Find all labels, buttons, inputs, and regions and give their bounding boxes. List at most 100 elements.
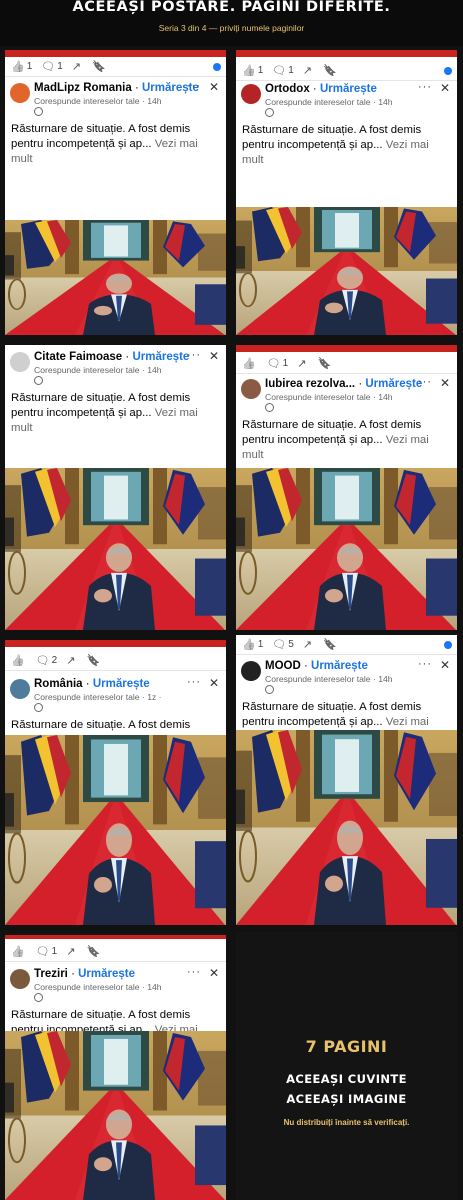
more-dots-icon[interactable]: ··· <box>187 349 201 361</box>
follow-button[interactable]: Urmărește <box>132 351 189 363</box>
follow-button[interactable]: Urmărește <box>320 83 377 95</box>
more-dots-icon[interactable]: ··· <box>418 376 432 388</box>
post-text-line-1: Răsturnare de situație. A fost demis <box>11 123 191 135</box>
more-dots-icon[interactable]: ··· <box>187 676 201 688</box>
save-action[interactable]: 🔖 <box>92 60 108 73</box>
post-text-line-2: pentru incompetență și ap... Vezi mai mu… <box>242 138 453 168</box>
red-accent-bar <box>5 935 226 939</box>
post-photo[interactable] <box>5 735 226 925</box>
page-name[interactable]: România · Urmărește <box>34 678 150 690</box>
page-name[interactable]: MadLipz Romania · Urmărește <box>34 82 199 94</box>
name-separator: · <box>67 968 79 980</box>
post-photo[interactable] <box>5 468 226 630</box>
like-action[interactable]: 👍 1 <box>242 638 263 651</box>
like-action[interactable]: 👍 <box>11 945 27 958</box>
post-card: 👍 🗨 1 ↗ 🔖 Treziri · Urmărește Corespunde inter… <box>5 935 226 1200</box>
post-photo-svg <box>5 220 226 335</box>
close-icon[interactable]: ✕ <box>209 676 219 690</box>
more-dots-icon[interactable]: ··· <box>418 81 432 93</box>
notification-dot <box>444 641 452 649</box>
comment-action[interactable]: 🗨 2 <box>36 654 58 667</box>
page-name[interactable]: Ortodox · Urmărește <box>265 83 377 95</box>
post-photo[interactable] <box>5 1031 226 1200</box>
post-text-line-2-body: pentru incompetență și ap... <box>11 138 152 150</box>
close-icon[interactable]: ✕ <box>440 658 450 672</box>
page-name[interactable]: Iubirea rezolva... · Urmărește <box>265 378 422 390</box>
page-avatar[interactable] <box>10 969 30 989</box>
page-avatar[interactable] <box>241 661 261 681</box>
close-icon[interactable]: ✕ <box>209 966 219 980</box>
reaction-bar: 👍 1 🗨 1 ↗ 🔖 <box>5 57 226 77</box>
name-separator: · <box>300 660 312 672</box>
save-icon: 🔖 <box>323 65 337 77</box>
close-icon[interactable]: ✕ <box>440 81 450 95</box>
post-text-line-1: Răsturnare de situație. A fost demis <box>242 124 422 136</box>
notification-dot <box>444 67 452 75</box>
comment-action[interactable]: 🗨 1 <box>267 357 289 370</box>
save-action[interactable]: 🔖 <box>323 64 339 77</box>
page-name[interactable]: MOOD · Urmărește <box>265 660 368 672</box>
comment-action[interactable]: 🗨 1 <box>36 945 58 958</box>
reaction-bar: 👍 1 🗨 5 ↗ 🔖 <box>236 635 457 655</box>
page-avatar[interactable] <box>10 83 30 103</box>
share-action[interactable]: ↗ <box>66 945 77 958</box>
page-name-text[interactable]: Citate Faimoase <box>34 351 122 363</box>
page-name-text[interactable]: MOOD <box>265 660 301 672</box>
save-action[interactable]: 🔖 <box>86 945 102 958</box>
comment-action[interactable]: 🗨 5 <box>272 638 294 651</box>
share-icon: ↗ <box>71 61 82 73</box>
page-name-text[interactable]: MadLipz Romania <box>34 82 132 94</box>
share-action[interactable]: ↗ <box>66 654 77 667</box>
like-icon: 👍 <box>11 61 25 73</box>
save-action[interactable]: 🔖 <box>86 654 102 667</box>
follow-button[interactable]: Urmărește <box>93 678 150 690</box>
like-action[interactable]: 👍 <box>242 357 258 370</box>
post-photo[interactable] <box>236 730 457 925</box>
like-action[interactable]: 👍 1 <box>242 64 263 77</box>
follow-button[interactable]: Urmărește <box>78 968 135 980</box>
page-avatar[interactable] <box>10 679 30 699</box>
post-text-line-1: Răsturnare de situație. A fost demis <box>242 419 422 431</box>
page-avatar[interactable] <box>241 84 261 104</box>
more-dots-icon[interactable]: ··· <box>187 966 201 978</box>
reaction-bar: 👍 🗨 1 ↗ 🔖 <box>5 942 226 962</box>
page-avatar[interactable] <box>10 352 30 372</box>
red-accent-bar <box>5 50 226 57</box>
share-icon: ↗ <box>297 358 307 370</box>
share-action[interactable]: ↗ <box>297 357 308 370</box>
comment-count: 1 <box>57 61 63 72</box>
post-photo[interactable] <box>236 468 457 630</box>
page-avatar[interactable] <box>241 379 261 399</box>
post-photo[interactable] <box>236 207 457 335</box>
like-action[interactable]: 👍 1 <box>11 60 32 73</box>
page-name[interactable]: Treziri · Urmărește <box>34 968 135 980</box>
page-name-text[interactable]: Iubirea rezolva... <box>265 378 355 390</box>
post-photo[interactable] <box>5 220 226 335</box>
save-action[interactable]: 🔖 <box>317 357 333 370</box>
save-action[interactable]: 🔖 <box>323 638 339 651</box>
share-action[interactable]: ↗ <box>303 64 314 77</box>
close-icon[interactable]: ✕ <box>209 80 219 94</box>
comment-action[interactable]: 🗨 1 <box>41 60 63 73</box>
post-text: Răsturnare de situație. A fost demis pent… <box>242 123 453 168</box>
globe-icon <box>34 107 43 116</box>
follow-button[interactable]: Urmărește <box>365 378 422 390</box>
close-icon[interactable]: ✕ <box>209 349 219 363</box>
follow-button[interactable]: Urmărește <box>311 660 368 672</box>
page-name-text[interactable]: Ortodox <box>265 83 310 95</box>
more-dots-icon[interactable]: ··· <box>418 658 432 670</box>
share-action[interactable]: ↗ <box>72 60 83 73</box>
post-text: Răsturnare de situație. A fost demis pent… <box>11 391 222 436</box>
page-name[interactable]: Citate Faimoase · Urmărește <box>34 351 189 363</box>
page-name-text[interactable]: Treziri <box>34 968 68 980</box>
share-action[interactable]: ↗ <box>303 638 314 651</box>
summary-line-2: ACEEAȘI IMAGINE <box>286 1092 407 1106</box>
page-name-text[interactable]: România <box>34 678 83 690</box>
like-icon: 👍 <box>242 639 256 651</box>
more-dots-icon[interactable]: ··· <box>187 80 201 92</box>
close-icon[interactable]: ✕ <box>440 376 450 390</box>
name-separator: · <box>131 82 142 94</box>
comment-count: 2 <box>51 655 58 666</box>
like-action[interactable]: 👍 <box>11 654 27 667</box>
comment-action[interactable]: 🗨 1 <box>272 64 294 77</box>
